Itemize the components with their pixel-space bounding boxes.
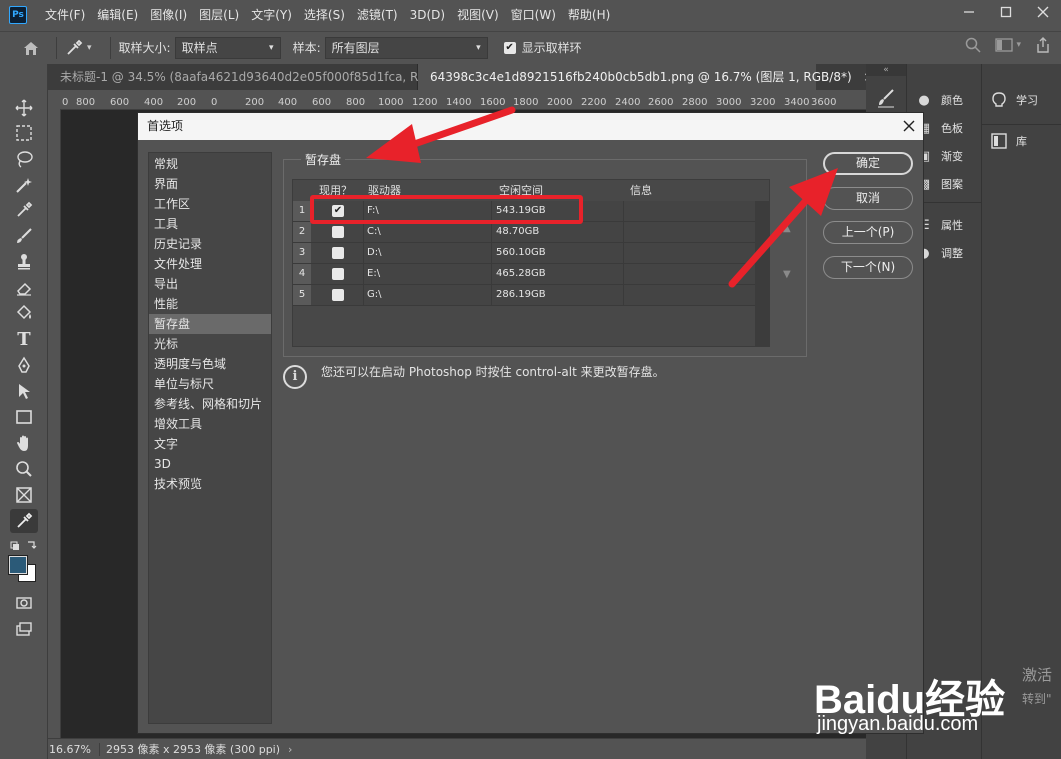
activate-windows-subtext: 转到" <box>1022 692 1052 706</box>
watermark-url: jingyan.baidu.com <box>817 713 979 735</box>
activate-windows-text: 激活 <box>1022 666 1053 684</box>
arrow-to-ok-button <box>728 168 838 288</box>
annotation-arrows <box>366 106 838 288</box>
photoshop-window: Ps 文件(F) 编辑(E) 图像(I) 图层(L) 文字(Y) 选择(S) 滤… <box>0 0 1061 759</box>
arrow-to-scratch-title <box>366 106 516 163</box>
